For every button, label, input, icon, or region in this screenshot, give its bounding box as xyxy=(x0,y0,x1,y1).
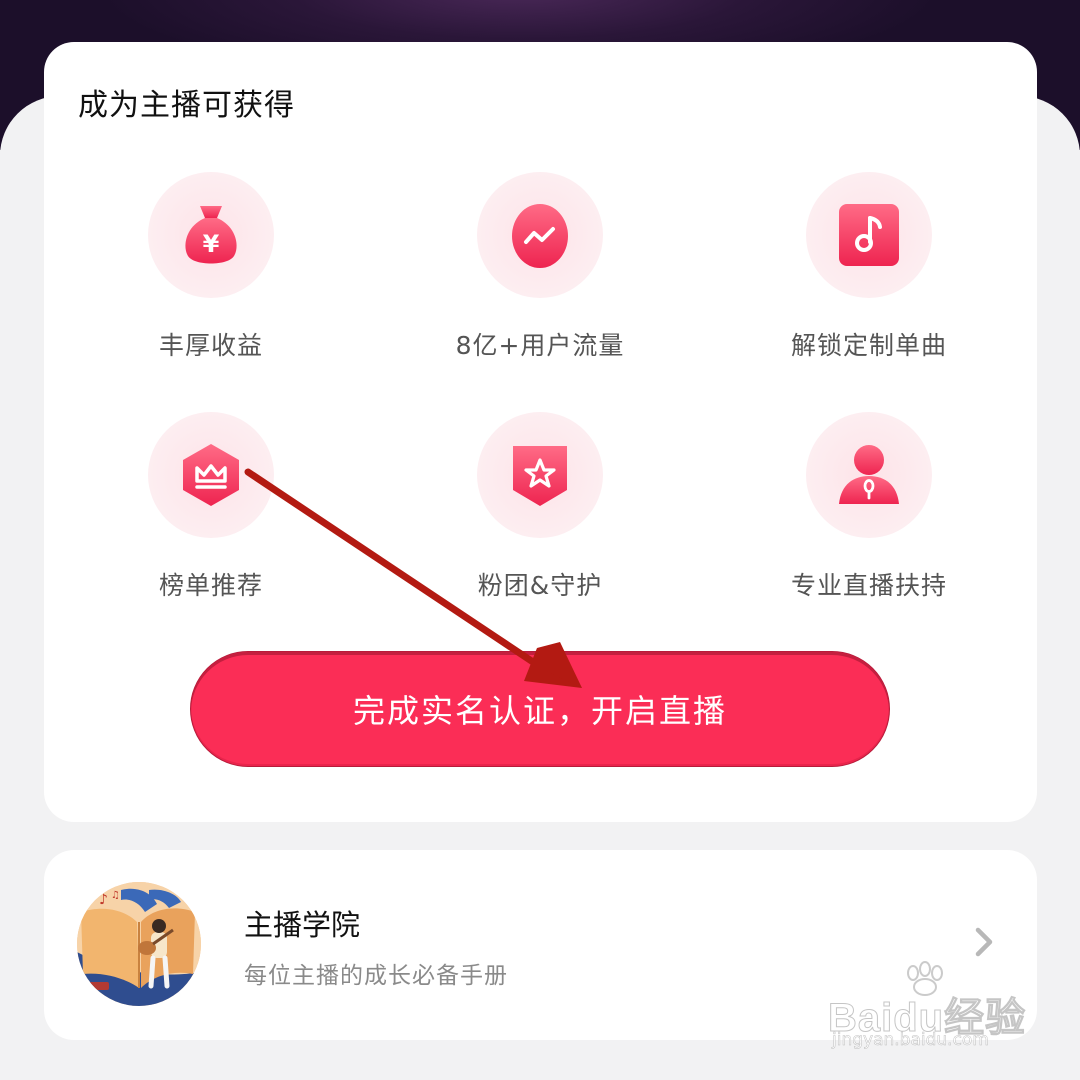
academy-subtitle: 每位主播的成长必备手册 xyxy=(244,963,508,989)
person-mic-icon xyxy=(839,445,899,504)
benefit-earnings[interactable]: ¥ 丰厚收益 xyxy=(81,172,341,362)
benefit-label: 榜单推荐 xyxy=(158,571,263,600)
star-shield-icon xyxy=(513,446,567,506)
benefit-icon-circle xyxy=(806,172,932,298)
benefits-card: 成为主播可获得 ¥ 丰厚收益 8亿+用户流量 解锁定制单曲 榜单推荐 粉团&守护… xyxy=(44,42,1037,822)
benefit-traffic[interactable]: 8亿+用户流量 xyxy=(410,172,670,362)
academy-title: 主播学院 xyxy=(244,908,361,942)
svg-text:♪: ♪ xyxy=(99,892,108,908)
academy-avatar: ♪ ♫ xyxy=(77,882,201,1006)
benefit-icon-circle xyxy=(477,172,603,298)
benefit-icon-circle xyxy=(477,412,603,538)
benefit-icon-circle: ¥ xyxy=(148,172,274,298)
benefit-label: 粉团&守护 xyxy=(477,571,603,600)
benefit-custom-song[interactable]: 解锁定制单曲 xyxy=(739,172,999,362)
benefit-label: 丰厚收益 xyxy=(158,331,263,360)
music-note-icon xyxy=(839,204,899,266)
money-bag-icon: ¥ xyxy=(185,206,237,264)
book-guitar-illustration: ♪ ♫ xyxy=(77,882,201,1006)
benefit-ranking[interactable]: 榜单推荐 xyxy=(81,412,341,602)
traffic-egg-icon xyxy=(512,204,568,268)
start-live-button[interactable]: 完成实名认证，开启直播 xyxy=(190,651,890,767)
benefit-fan-club[interactable]: 粉团&守护 xyxy=(410,412,670,602)
benefit-label: 解锁定制单曲 xyxy=(790,331,947,360)
crown-hexagon-icon xyxy=(183,444,239,506)
benefit-icon-circle xyxy=(148,412,274,538)
benefit-label: 专业直播扶持 xyxy=(790,571,947,600)
benefit-label: 8亿+用户流量 xyxy=(455,331,625,360)
svg-text:¥: ¥ xyxy=(203,230,220,258)
chevron-right-icon[interactable] xyxy=(966,922,1002,962)
svg-text:♫: ♫ xyxy=(111,890,120,901)
benefits-title: 成为主播可获得 xyxy=(78,88,295,123)
watermark-url: jingyan.baidu.com xyxy=(832,1030,989,1051)
benefit-icon-circle xyxy=(806,412,932,538)
benefit-pro-support[interactable]: 专业直播扶持 xyxy=(739,412,999,602)
